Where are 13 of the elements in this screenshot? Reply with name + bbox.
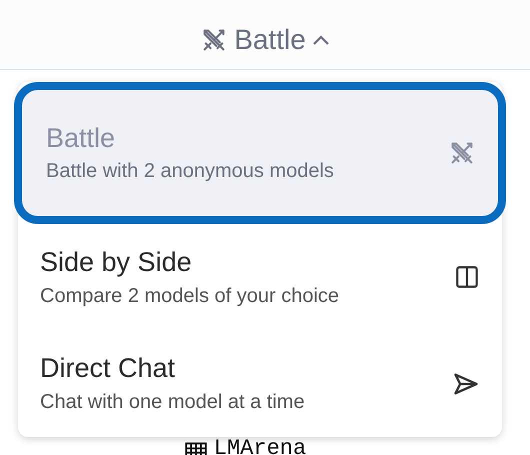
- item-description: Compare 2 models of your choice: [40, 284, 340, 309]
- menu-item[interactable]: Direct Chat Chat with one model at a time: [18, 330, 502, 438]
- item-title: Side by Side: [40, 246, 193, 279]
- menu-item[interactable]: Battle Battle with 2 anonymous models: [14, 82, 506, 224]
- item-description: Battle with 2 anonymous models: [46, 159, 334, 184]
- item-title: Battle: [46, 122, 116, 155]
- logo-text: LMArena: [214, 438, 306, 455]
- item-description: Chat with one model at a time: [40, 390, 305, 416]
- item-title: Direct Chat: [40, 352, 176, 386]
- mode-button[interactable]: Battle: [200, 19, 330, 61]
- menu-item[interactable]: Side by Side Compare 2 models of your choice: [18, 224, 502, 330]
- columns-icon: [454, 264, 480, 290]
- logo-icon: [184, 441, 208, 455]
